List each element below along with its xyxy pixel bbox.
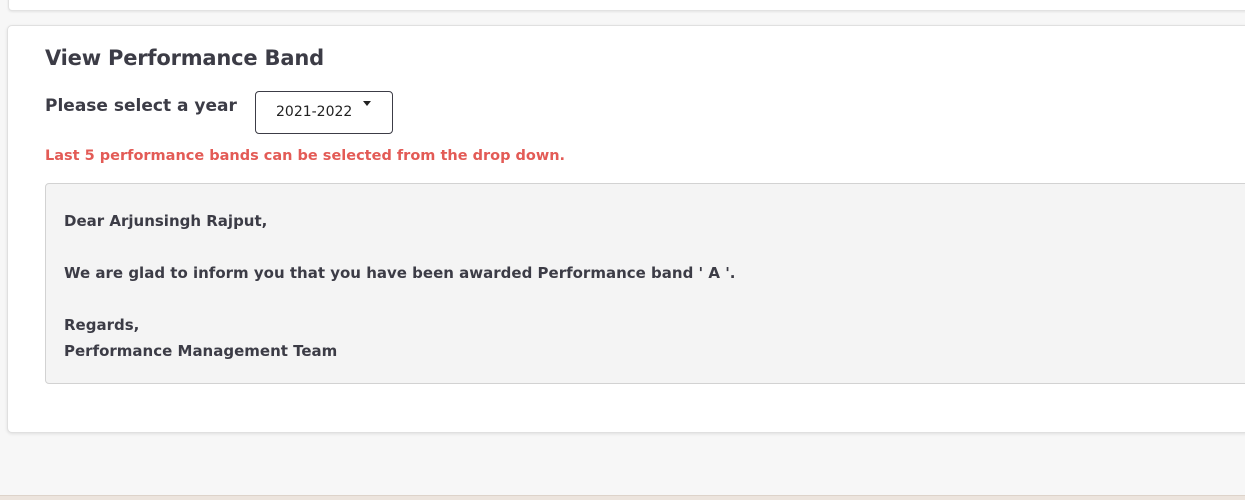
page-title: View Performance Band xyxy=(45,46,324,70)
message-body: We are glad to inform you that you have … xyxy=(64,264,736,282)
message-signature: Performance Management Team xyxy=(64,342,338,360)
message-greeting: Dear Arjunsingh Rajput, xyxy=(64,212,268,230)
performance-band-card: View Performance Band Please select a ye… xyxy=(7,25,1245,433)
footer-divider xyxy=(0,495,1245,500)
year-select-label: Please select a year xyxy=(45,96,237,116)
caret-down-icon xyxy=(363,101,371,106)
year-dropdown[interactable]: 2021-2022 xyxy=(255,91,393,134)
performance-message-box: Dear Arjunsingh Rajput, We are glad to i… xyxy=(45,183,1245,384)
year-dropdown-value: 2021-2022 xyxy=(276,104,353,120)
dropdown-hint: Last 5 performance bands can be selected… xyxy=(45,148,566,164)
message-closing: Regards, xyxy=(64,316,140,334)
previous-card xyxy=(8,0,1245,11)
